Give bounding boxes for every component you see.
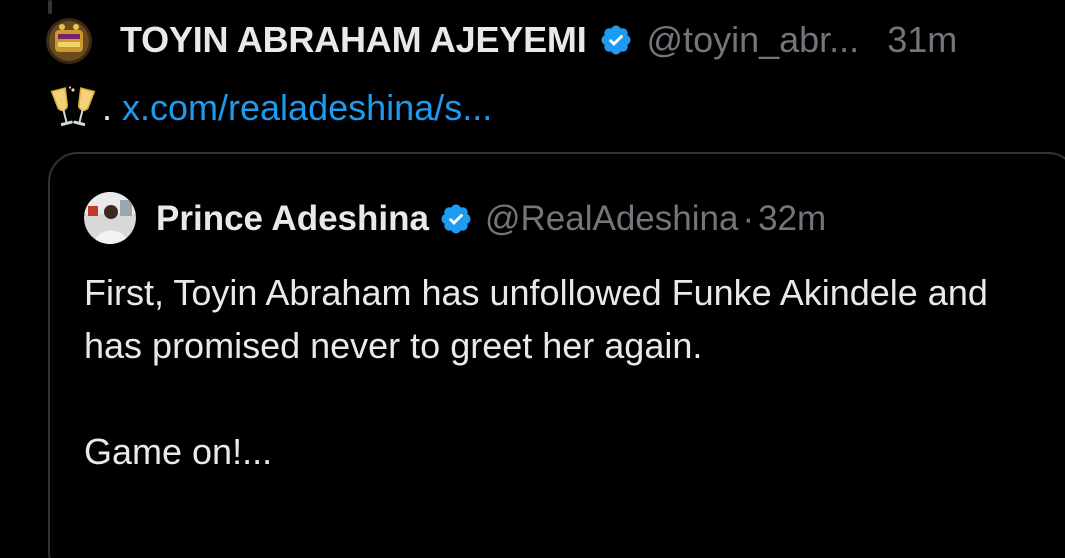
quoted-author-handle[interactable]: @RealAdeshina	[485, 199, 738, 239]
tweet-header: TOYIN ABRAHAM AJEYEMI @toyin_abr... 31m	[120, 16, 957, 64]
quoted-text-paragraph: Game on!...	[84, 431, 273, 472]
author-avatar[interactable]	[46, 18, 92, 64]
punctuation-dot: .	[102, 87, 113, 128]
clinking-glasses-icon	[50, 85, 96, 131]
verified-badge-icon	[439, 202, 473, 236]
tweet-body: . x.com/realadeshina/s...	[50, 84, 492, 132]
tweet-link[interactable]: x.com/realadeshina/s...	[122, 87, 492, 129]
tweet-timestamp[interactable]: 31m	[887, 19, 957, 61]
dot-separator: ·	[742, 199, 755, 238]
tweet[interactable]: TOYIN ABRAHAM AJEYEMI @toyin_abr... 31m	[0, 0, 1065, 558]
verified-badge-icon	[599, 23, 633, 57]
quoted-tweet-timestamp[interactable]: 32m	[758, 199, 826, 239]
quoted-author-name[interactable]: Prince Adeshina	[156, 199, 429, 239]
author-handle[interactable]: @toyin_abr...	[647, 19, 860, 61]
author-name[interactable]: TOYIN ABRAHAM AJEYEMI	[120, 19, 587, 61]
quoted-author-avatar[interactable]	[84, 192, 136, 244]
quoted-tweet-text: First, Toyin Abraham has unfollowed Funk…	[84, 266, 1024, 478]
thread-connector-line	[48, 0, 52, 14]
quoted-text-paragraph: First, Toyin Abraham has unfollowed Funk…	[84, 272, 988, 366]
quoted-tweet-header: Prince Adeshina @RealAdeshina · 32m	[156, 194, 826, 244]
quoted-tweet-card[interactable]: Prince Adeshina @RealAdeshina · 32m Firs…	[48, 152, 1065, 558]
